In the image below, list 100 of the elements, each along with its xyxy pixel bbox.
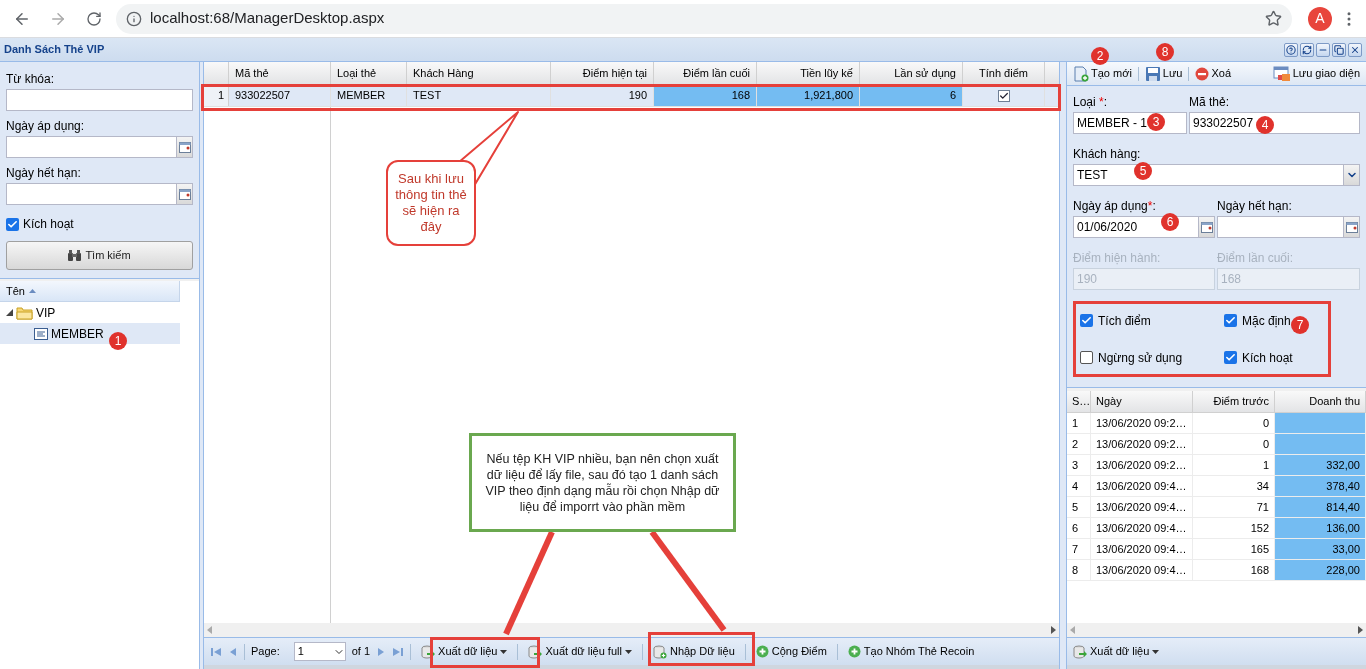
table-cell: 13/06/2020 09:2… [1091,413,1193,433]
table-cell: 13/06/2020 09:4… [1091,497,1193,517]
table-cell: 814,40 [1275,497,1366,517]
column-header[interactable]: Khách Hàng [407,62,551,84]
toolbar-button[interactable]: Tạo Nhóm Thẻ Recoin [843,640,979,663]
grid-row[interactable]: 1 933022507 MEMBER TEST 190 168 1,921,800 6 [204,85,1059,107]
table-cell: 3 [1067,455,1091,475]
toolbar-button[interactable]: Tạo mới [1071,63,1134,84]
field-label: Loại *: [1073,94,1109,110]
option-checkbox[interactable] [1080,314,1093,327]
table-cell: 13/06/2020 09:4… [1091,539,1193,559]
row-number: 1 [204,85,229,106]
toolbar-button[interactable]: Cộng Điểm [751,640,831,663]
calendar-icon[interactable] [1343,217,1359,237]
profile-avatar[interactable]: A [1308,6,1332,31]
checkbox-label: Kích hoạt [23,216,74,233]
column-header[interactable]: Điểm hiện tại [551,62,654,84]
horizontal-scrollbar[interactable] [1067,623,1366,637]
table-cell: 228,00 [1275,560,1366,580]
refresh-icon[interactable] [1302,44,1312,55]
option-checkbox[interactable] [1224,314,1237,327]
bookmark-star-icon[interactable] [1265,10,1282,27]
calendar-icon[interactable] [176,184,192,204]
table-cell: MEMBER [331,85,407,106]
close-icon[interactable] [1350,44,1360,55]
grid-checkbox[interactable] [997,89,1010,102]
field-label: Mã thẻ: [1189,94,1231,110]
toolbar-button[interactable]: Lưu [1142,63,1185,84]
column-header[interactable]: Tiền lũy kế [757,62,860,84]
calendar-icon[interactable] [176,137,192,157]
table-cell: 136,00 [1275,518,1366,538]
checkbox-label: Tích điểm [1098,312,1151,330]
filter-label: Từ khóa: [6,71,56,87]
layout-icon [1272,65,1291,82]
keyword-field[interactable] [6,89,193,111]
folder-icon [16,305,33,320]
horizontal-scrollbar[interactable] [204,623,1059,637]
date-field[interactable] [6,183,193,205]
column-header[interactable]: Loại thẻ [331,62,407,84]
table-cell: 332,00 [1275,455,1366,475]
field-label: Khách hàng: [1073,146,1142,162]
table-cell: 6 [1067,518,1091,538]
column-header[interactable]: Điểm lần cuối [654,62,757,84]
column-header[interactable]: Điểm trước [1193,391,1275,412]
search-button[interactable]: Tìm kiếm [6,241,193,270]
table-cell: 1,921,800 [757,85,860,106]
new-document-icon [1073,65,1089,82]
add-icon [847,645,861,658]
column-header[interactable]: Ngày [1091,391,1193,412]
table-cell: 5 [1067,497,1091,517]
checkbox-label: Ngừng sử dụng [1098,349,1183,367]
table-cell: 2 [1067,434,1091,454]
column-header[interactable]: S… [1067,391,1091,412]
address-bar[interactable]: localhost:68/ManagerDesktop.aspx [116,3,1292,34]
column-header[interactable]: Tên [0,281,180,302]
column-header[interactable]: Mã thẻ [229,62,331,84]
toolbar-button[interactable]: Nhập Dữ liệu [648,640,739,663]
table-cell: 8 [1067,560,1091,580]
checkbox-label: Kích hoạt [1242,349,1293,367]
date-field[interactable] [1217,216,1360,238]
toolbar-button[interactable]: Xuất dữ liệu [417,640,512,663]
callout-bubble: Sau khi lưu thông tin thẻ sẽ hiện ra đây [386,160,476,246]
info-icon[interactable] [126,10,142,27]
option-checkbox[interactable] [1224,351,1237,364]
restore-icon[interactable] [1334,44,1344,55]
caret-icon [1152,649,1160,654]
tree-item[interactable]: VIP [0,302,180,323]
column-header[interactable]: Lần sử dụng [860,62,963,84]
reload-icon[interactable] [86,10,102,27]
table-cell: 13/06/2020 09:4… [1091,476,1193,496]
binoculars-icon [68,250,82,261]
help-icon[interactable] [1286,44,1296,55]
table-cell: 13/06/2020 09:4… [1091,518,1193,538]
export-icon [421,644,436,659]
column-header[interactable]: Doanh thu [1275,391,1366,412]
url-text: localhost:68/ManagerDesktop.aspx [150,8,385,29]
table-cell: 13/06/2020 09:2… [1091,434,1193,454]
import-icon [652,644,667,659]
export-icon [528,644,543,659]
page-field[interactable]: 1 [293,642,346,661]
table-cell: 168 [654,85,757,106]
toolbar-button[interactable]: Xoá [1193,63,1234,84]
table-cell: TEST [407,85,551,106]
page-count: of 1 [351,644,371,660]
date-field[interactable] [6,136,193,158]
table-cell: 933022507 [229,85,331,106]
table-cell: 13/06/2020 09:4… [1091,560,1193,580]
table-cell: 1 [1067,413,1091,433]
column-header[interactable]: Tính điểm [963,62,1045,84]
option-checkbox[interactable] [1080,351,1093,364]
card-icon [34,327,48,340]
caret-icon [624,649,632,654]
toolbar-button[interactable]: Lưu giao diện [1270,63,1362,84]
expanded-icon[interactable] [6,309,13,316]
page-label: Page: [251,644,280,660]
calendar-icon[interactable] [1198,217,1214,237]
toolbar-button[interactable]: Xuất dữ liệu full [524,640,636,663]
checkbox-label: Mặc định [1242,312,1291,330]
active-checkbox[interactable] [6,217,19,231]
window-title: Danh Sách Thẻ VIP [4,42,105,58]
